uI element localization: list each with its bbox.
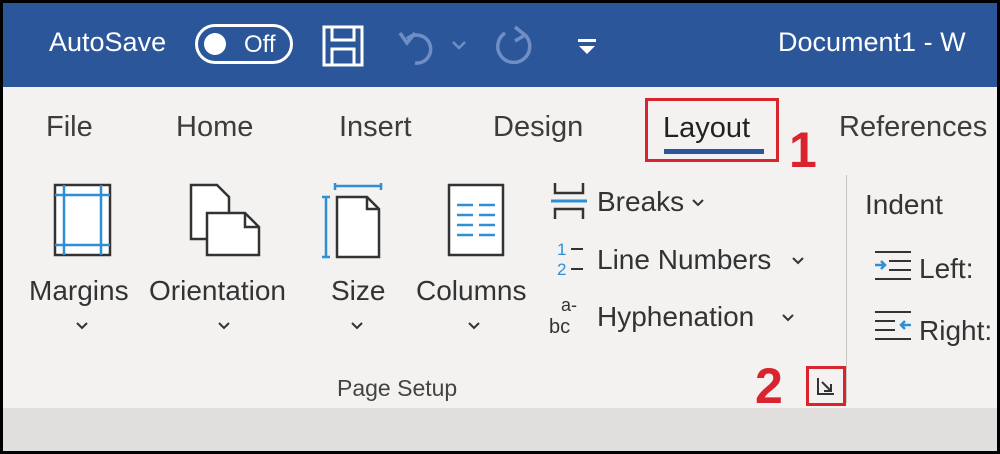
undo-icon[interactable] xyxy=(397,25,447,67)
size-button[interactable]: Size xyxy=(321,175,393,355)
indent-right-icon xyxy=(875,311,911,340)
chevron-down-icon xyxy=(351,322,363,330)
active-tab-indicator xyxy=(664,149,764,154)
undo-dropdown-icon[interactable] xyxy=(451,39,467,51)
size-icon xyxy=(322,183,383,259)
line-numbers-label: Line Numbers xyxy=(597,244,772,275)
svg-text:1: 1 xyxy=(557,240,566,259)
indent-right-label: Right: xyxy=(919,315,993,346)
orientation-button[interactable]: Orientation xyxy=(149,175,303,355)
word-window: AutoSave Off Document1 - W File Home Ins… xyxy=(0,0,1000,454)
tab-layout-label: Layout xyxy=(663,112,751,144)
hyphenation-button[interactable]: a- bc Hyphenation xyxy=(547,295,809,337)
line-numbers-button[interactable]: 1 2 Line Numbers xyxy=(547,239,817,279)
customize-toolbar-icon[interactable] xyxy=(575,37,599,57)
chevron-down-icon xyxy=(792,257,804,265)
orientation-label: Orientation xyxy=(149,275,286,306)
size-label: Size xyxy=(331,275,386,306)
tab-insert[interactable]: Insert xyxy=(339,111,412,144)
annotation-step-1: 1 xyxy=(789,122,817,178)
tab-design[interactable]: Design xyxy=(493,111,583,144)
indent-right-row[interactable]: Right: xyxy=(871,309,997,349)
tab-file[interactable]: File xyxy=(46,111,93,144)
indent-left-label: Left: xyxy=(919,253,974,284)
line-numbers-icon: 1 2 xyxy=(557,240,583,279)
indent-label: Indent xyxy=(865,189,943,220)
svg-text:bc: bc xyxy=(549,316,570,337)
annotation-step-2: 2 xyxy=(755,358,783,414)
page-setup-dialog-launcher[interactable] xyxy=(806,366,846,406)
chevron-down-icon xyxy=(468,322,480,330)
redo-icon[interactable] xyxy=(491,23,537,69)
group-separator xyxy=(846,175,847,403)
breaks-icon xyxy=(551,183,587,219)
page-setup-group-label: Page Setup xyxy=(337,375,458,401)
chevron-down-icon xyxy=(782,314,794,322)
document-area-top xyxy=(3,408,997,451)
tab-home[interactable]: Home xyxy=(176,111,253,144)
indent-left-icon xyxy=(875,251,911,280)
breaks-label: Breaks xyxy=(597,186,685,217)
tab-layout[interactable]: Layout xyxy=(645,98,779,162)
breaks-button[interactable]: Breaks xyxy=(547,181,727,221)
toggle-knob xyxy=(204,33,226,55)
tab-references[interactable]: References xyxy=(839,111,987,144)
autosave-toggle[interactable]: Off xyxy=(195,24,293,64)
chevron-down-icon xyxy=(218,322,230,330)
ribbon-tabs: File Home Insert Design Layout Reference… xyxy=(3,87,997,167)
columns-label: Columns xyxy=(416,275,527,306)
margins-button[interactable]: Margins xyxy=(27,175,139,355)
document-title: Document1 - W xyxy=(778,27,966,57)
chevron-down-icon xyxy=(76,322,88,330)
title-bar: AutoSave Off Document1 - W xyxy=(3,3,997,87)
svg-text:a-: a- xyxy=(561,295,577,315)
dialog-launcher-icon xyxy=(817,378,834,395)
chevron-down-icon xyxy=(692,199,704,207)
hyphenation-label: Hyphenation xyxy=(597,301,755,332)
autosave-label: AutoSave xyxy=(49,27,167,57)
indent-left-row[interactable]: Left: xyxy=(871,249,997,289)
svg-text:2: 2 xyxy=(557,260,566,279)
columns-button[interactable]: Columns xyxy=(413,175,537,355)
margins-icon xyxy=(53,183,112,257)
autosave-state: Off xyxy=(244,31,276,58)
save-icon[interactable] xyxy=(322,25,366,67)
margins-label: Margins xyxy=(29,275,129,306)
columns-icon xyxy=(447,183,505,257)
orientation-icon xyxy=(189,183,261,257)
hyphenation-icon: a- bc xyxy=(549,295,577,337)
